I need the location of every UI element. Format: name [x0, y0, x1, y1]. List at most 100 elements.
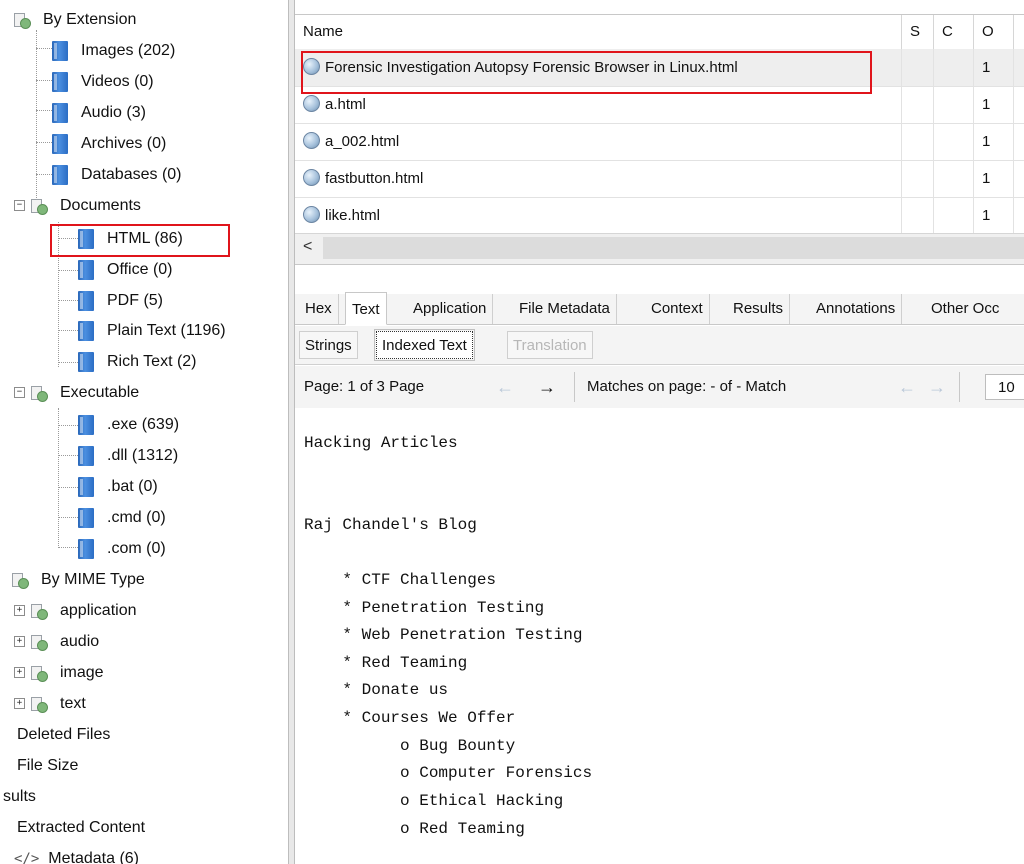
horizontal-scrollbar[interactable]: <	[295, 233, 1024, 264]
file-type-icon	[78, 507, 94, 528]
tree-item-label: Databases (0)	[81, 165, 182, 183]
tree-item-label: Videos (0)	[81, 72, 154, 90]
directory-tree: By Extension Images (202) Videos (0) Aud…	[0, 0, 288, 864]
tree-item-exe[interactable]: .exe (639)	[78, 409, 182, 440]
next-match-icon[interactable]: →	[925, 374, 949, 400]
file-name: a_002.html	[325, 133, 400, 150]
tree-item-extracted-content[interactable]: Extracted Content	[14, 812, 148, 843]
column-header-o[interactable]: O	[974, 15, 1014, 49]
tree-item-plain-text[interactable]: Plain Text (1196)	[78, 315, 229, 346]
tab-results[interactable]: Results	[727, 294, 791, 324]
table-row[interactable]: a_002.html 1	[295, 123, 1024, 161]
collapse-icon[interactable]: −	[14, 200, 25, 211]
tab-application[interactable]: Application	[407, 294, 494, 324]
subtab-strings[interactable]: Strings	[299, 331, 358, 359]
pane-separator	[295, 264, 1024, 295]
tree-item-dll[interactable]: .dll (1312)	[78, 440, 181, 471]
category-icon	[31, 197, 48, 215]
table-row[interactable]: fastbutton.html 1	[295, 160, 1024, 198]
tree-item-mime-image[interactable]: + image	[14, 657, 107, 688]
tree-item-results[interactable]: sults	[0, 781, 39, 812]
text-line: o Ethical Hacking	[304, 792, 564, 810]
toolbar-separator	[574, 372, 575, 402]
tree-item-label: Rich Text (2)	[107, 352, 197, 370]
scroll-left-icon[interactable]: <	[303, 238, 312, 256]
tree-item-executable[interactable]: − Executable	[14, 377, 142, 408]
column-header-name[interactable]: Name	[295, 15, 902, 49]
column-header-c[interactable]: C	[934, 15, 974, 49]
zoom-field[interactable]: 10	[985, 374, 1024, 400]
category-icon	[31, 695, 48, 713]
text-toolbar: Page: 1 of 3 Page ← → Matches on page: -…	[295, 366, 1024, 409]
tree-item-label: File Size	[17, 756, 79, 774]
tree-item-documents[interactable]: − Documents	[14, 190, 144, 221]
expand-icon[interactable]: +	[14, 605, 25, 616]
file-type-icon	[78, 445, 94, 466]
next-page-icon[interactable]: →	[535, 374, 559, 400]
tree-item-mime-application[interactable]: + application	[14, 595, 140, 626]
tree-item-pdf[interactable]: PDF (5)	[78, 285, 166, 316]
tab-context[interactable]: Context	[645, 294, 710, 324]
tree-item-databases[interactable]: Databases (0)	[52, 159, 185, 190]
subtab-translation[interactable]: Translation	[507, 331, 593, 359]
tree-item-deleted-files[interactable]: Deleted Files	[14, 719, 113, 750]
table-row[interactable]: a.html 1	[295, 86, 1024, 124]
expand-icon[interactable]: +	[14, 636, 25, 647]
tree-item-label: image	[60, 663, 104, 681]
category-icon	[31, 602, 48, 620]
text-line: * CTF Challenges	[304, 571, 497, 589]
tree-item-label: By Extension	[43, 10, 137, 28]
tree-item-label: Documents	[60, 196, 141, 214]
tree-item-mime-audio[interactable]: + audio	[14, 626, 102, 657]
tree-item-office[interactable]: Office (0)	[78, 254, 176, 285]
web-file-icon	[303, 169, 320, 186]
tree-item-cmd[interactable]: .cmd (0)	[78, 502, 169, 533]
viewer-tabs: Hex Text Application File Metadata Conte…	[295, 292, 1024, 325]
tree-item-videos[interactable]: Videos (0)	[52, 66, 157, 97]
tab-other-occurrences[interactable]: Other Occ	[925, 294, 1005, 324]
previous-page-icon[interactable]: ←	[493, 374, 517, 400]
file-name: like.html	[325, 207, 381, 224]
file-type-icon	[78, 320, 94, 341]
tree-item-bat[interactable]: .bat (0)	[78, 471, 161, 502]
tree-item-rich-text[interactable]: Rich Text (2)	[78, 346, 200, 377]
table-row[interactable]: like.html 1	[295, 197, 1024, 234]
text-line: o Bug Bounty	[304, 737, 516, 755]
collapse-icon[interactable]: −	[14, 387, 25, 398]
tree-item-mime-text[interactable]: + text	[14, 688, 89, 719]
tree-item-archives[interactable]: Archives (0)	[52, 128, 169, 159]
file-type-icon	[52, 164, 68, 185]
tree-item-label: .dll (1312)	[107, 446, 179, 464]
o-cell: 1	[974, 123, 1014, 160]
tree-item-audio[interactable]: Audio (3)	[52, 97, 149, 128]
file-table: Name S C O Forensic Investigation Autops…	[295, 14, 1024, 265]
tab-annotations[interactable]: Annotations	[810, 294, 903, 324]
category-icon	[31, 633, 48, 651]
subtab-indexed-text[interactable]: Indexed Text	[374, 329, 475, 361]
category-icon	[31, 384, 48, 402]
scrollbar-thumb[interactable]	[323, 237, 1024, 259]
pane-splitter[interactable]	[288, 0, 295, 864]
tree-item-com[interactable]: .com (0)	[78, 533, 169, 564]
text-line: * Penetration Testing	[304, 599, 545, 617]
tree-item-metadata[interactable]: </> Metadata (6)	[14, 843, 142, 864]
column-header-s[interactable]: S	[902, 15, 934, 49]
tree-item-by-extension[interactable]: By Extension	[14, 4, 139, 35]
tree-item-file-size[interactable]: File Size	[14, 750, 81, 781]
tree-item-label: Extracted Content	[17, 818, 146, 836]
tab-file-metadata[interactable]: File Metadata	[513, 294, 617, 324]
expand-icon[interactable]: +	[14, 667, 25, 678]
tree-item-label: Metadata (6)	[48, 849, 140, 864]
tab-hex[interactable]: Hex	[299, 294, 339, 324]
tree-item-label: sults	[3, 787, 36, 805]
file-type-icon	[52, 40, 68, 61]
previous-match-icon[interactable]: ←	[895, 374, 919, 400]
tree-item-label: Images (202)	[81, 41, 176, 59]
toolbar-separator	[959, 372, 960, 402]
tree-item-by-mime-type[interactable]: By MIME Type	[12, 564, 148, 595]
tree-item-images[interactable]: Images (202)	[52, 35, 178, 66]
o-cell: 1	[974, 86, 1014, 123]
c-cell	[934, 123, 974, 160]
expand-icon[interactable]: +	[14, 698, 25, 709]
tab-text[interactable]: Text	[345, 292, 387, 325]
